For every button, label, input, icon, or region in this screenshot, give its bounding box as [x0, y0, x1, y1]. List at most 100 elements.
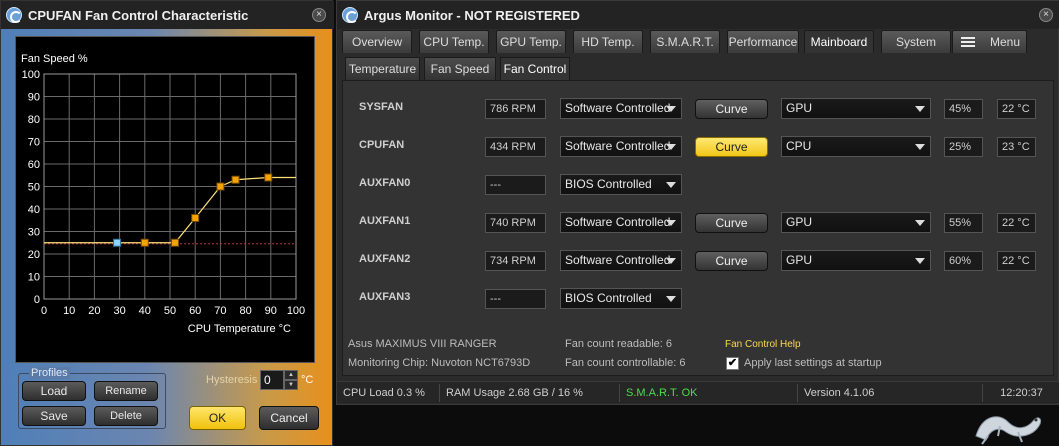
chevron-down-icon	[666, 182, 676, 188]
tab-gpu-temp[interactable]: GPU Temp.	[496, 30, 566, 53]
x-tick-label: 90	[265, 305, 277, 317]
fan-temp: 23 °C	[997, 137, 1036, 157]
y-axis-label: Fan Speed %	[21, 53, 88, 65]
curve-button[interactable]: Curve	[695, 99, 768, 119]
fan-temp: 22 °C	[997, 99, 1036, 119]
main-window-titlebar[interactable]: Argus Monitor - NOT REGISTERED ×	[337, 1, 1059, 29]
select-value: BIOS Controlled	[565, 291, 652, 305]
subtab-fan-control[interactable]: Fan Control	[500, 57, 570, 80]
hysteresis-input[interactable]: 0	[260, 370, 284, 390]
chevron-down-icon	[915, 106, 925, 112]
y-tick-label: 30	[28, 227, 40, 239]
argus-app-icon	[342, 7, 358, 23]
argus-app-icon	[6, 7, 22, 23]
tab-overview[interactable]: Overview	[342, 30, 412, 53]
tab-mainboard[interactable]: Mainboard	[804, 30, 874, 53]
curve-point-handle[interactable]	[171, 238, 180, 247]
select-value: Software Controlled	[565, 101, 671, 115]
hysteresis-label: Hysteresis	[206, 374, 258, 386]
fan-count-controllable: Fan count controllable: 6	[565, 357, 686, 369]
fan-control-help-link[interactable]: Fan Control Help	[725, 339, 801, 350]
fan-source-select[interactable]: GPU	[781, 250, 931, 271]
select-value: Software Controlled	[565, 253, 671, 267]
fan-control-mode-select[interactable]: Software Controlled	[560, 136, 682, 157]
tab-system[interactable]: System	[881, 30, 951, 53]
apply-startup-checkbox[interactable]: ✔	[726, 357, 739, 370]
argus-lizard-logo	[975, 416, 1041, 445]
tab-cpu-temp[interactable]: CPU Temp.	[419, 30, 489, 53]
fan-control-mode-select[interactable]: BIOS Controlled	[560, 174, 682, 195]
chevron-down-icon	[666, 144, 676, 150]
fan-count-readable: Fan count readable: 6	[565, 338, 673, 350]
status-cpu-load: CPU Load 0.3 %	[337, 384, 440, 402]
fan-rpm: 734 RPM	[485, 251, 546, 271]
tab-performance[interactable]: Performance	[727, 30, 799, 53]
status-version: Version 4.1.06	[798, 384, 983, 402]
curve-point-handle[interactable]	[191, 214, 200, 222]
x-tick-label: 70	[214, 305, 226, 317]
y-tick-label: 80	[28, 114, 40, 126]
fan-percent: 60%	[944, 251, 983, 271]
y-tick-label: 90	[28, 92, 40, 104]
fan-source-select[interactable]: CPU	[781, 136, 931, 157]
argus-main-window: Argus Monitor - NOT REGISTERED × Overvie…	[336, 0, 1059, 445]
x-tick-label: 60	[189, 305, 201, 317]
tab-smart[interactable]: S.M.A.R.T.	[650, 30, 720, 53]
fan-source-select[interactable]: GPU	[781, 212, 931, 233]
fan-control-mode-select[interactable]: BIOS Controlled	[560, 288, 682, 309]
cancel-button[interactable]: Cancel	[259, 406, 319, 430]
curve-button[interactable]: Curve	[695, 251, 768, 271]
fan-temp: 22 °C	[997, 251, 1036, 271]
apply-startup-label: Apply last settings at startup	[744, 357, 882, 369]
fan-control-mode-select[interactable]: Software Controlled	[560, 250, 682, 271]
close-icon[interactable]: ×	[1039, 8, 1053, 22]
y-tick-label: 0	[34, 294, 40, 306]
fan-rpm: ---	[485, 289, 546, 309]
spin-up-icon[interactable]: ▲	[284, 370, 298, 380]
chevron-down-icon	[915, 144, 925, 150]
tab-menu[interactable]: Menu	[952, 30, 1027, 53]
fan-name: SYSFAN	[359, 101, 404, 113]
x-tick-label: 80	[239, 305, 251, 317]
spin-down-icon[interactable]: ▼	[284, 380, 298, 390]
x-tick-label: 100	[287, 305, 305, 317]
curve-point-handle[interactable]	[216, 182, 225, 191]
fan-percent: 45%	[944, 99, 983, 119]
x-tick-label: 50	[164, 305, 176, 317]
status-ram-usage: RAM Usage 2.68 GB / 16 %	[440, 384, 620, 402]
fan-name: AUXFAN1	[359, 215, 411, 227]
curve-button-active[interactable]: Curve	[695, 137, 768, 157]
x-tick-label: 30	[113, 305, 125, 317]
fan-name: CPUFAN	[359, 139, 405, 151]
fan-window-titlebar[interactable]: CPUFAN Fan Control Characteristic ×	[1, 1, 334, 29]
fan-curve-svg[interactable]: 0 10 20 30 40 50 60 70 80 90 100 0 10 20 30 40 50 60 70 80 9…	[16, 37, 316, 364]
save-profile-button[interactable]: Save	[22, 406, 86, 426]
curve-point-handle[interactable]	[231, 175, 240, 184]
profiles-label: Profiles	[29, 367, 70, 379]
curve-button[interactable]: Curve	[695, 213, 768, 233]
curve-point-handle[interactable]	[140, 238, 149, 247]
subtab-fan-speed[interactable]: Fan Speed	[424, 57, 496, 80]
fan-rpm: 786 RPM	[485, 99, 546, 119]
current-operating-point	[113, 238, 122, 247]
fan-percent: 25%	[944, 137, 983, 157]
select-value: GPU	[786, 215, 813, 229]
rename-profile-button[interactable]: Rename	[94, 381, 158, 401]
close-icon[interactable]: ×	[312, 8, 326, 22]
fan-control-mode-select[interactable]: Software Controlled	[560, 98, 682, 119]
chevron-down-icon	[666, 220, 676, 226]
fan-source-select[interactable]: GPU	[781, 98, 931, 119]
y-tick-label: 60	[28, 159, 40, 171]
subtab-temperature[interactable]: Temperature	[345, 57, 420, 80]
ok-button[interactable]: OK	[189, 406, 246, 430]
load-profile-button[interactable]: Load	[22, 381, 86, 401]
tab-hd-temp[interactable]: HD Temp.	[573, 30, 643, 53]
curve-point-handle[interactable]	[264, 173, 273, 182]
fan-window-title: CPUFAN Fan Control Characteristic	[28, 8, 249, 23]
fan-curve-chart[interactable]: 0 10 20 30 40 50 60 70 80 90 100 0 10 20 30 40 50 60 70 80 9…	[15, 36, 315, 363]
select-value: GPU	[786, 101, 813, 115]
main-window-title: Argus Monitor - NOT REGISTERED	[364, 8, 580, 23]
y-tick-label: 50	[28, 182, 40, 194]
delete-profile-button[interactable]: Delete	[94, 406, 158, 426]
fan-control-mode-select[interactable]: Software Controlled	[560, 212, 682, 233]
